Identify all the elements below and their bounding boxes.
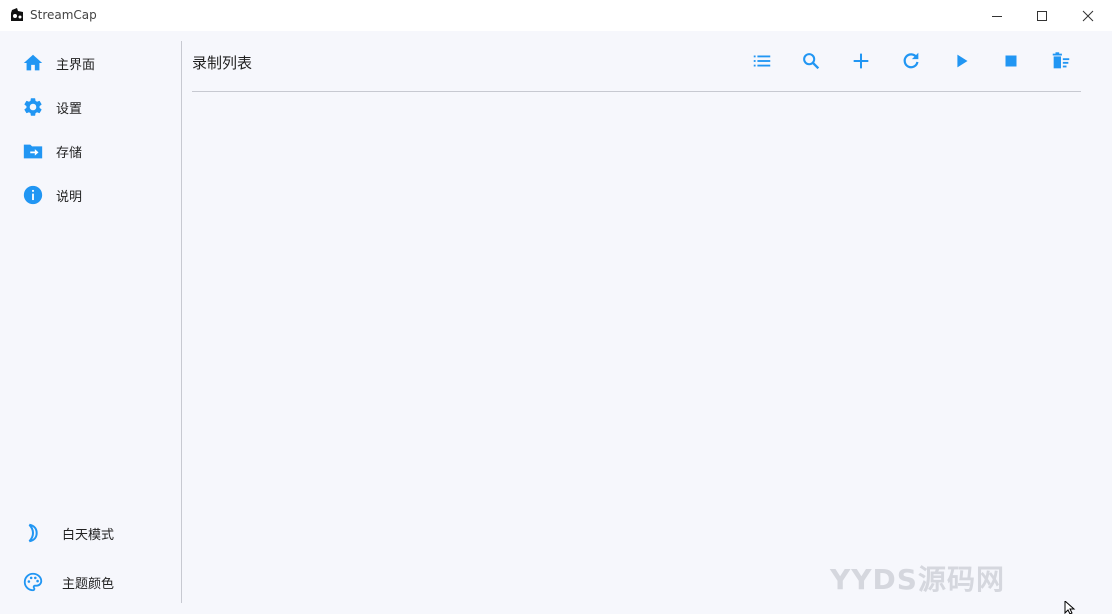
- folder-arrow-icon: [23, 144, 43, 159]
- sidebar-item-home[interactable]: 主界面: [0, 43, 181, 83]
- list-view-button[interactable]: [749, 49, 775, 73]
- close-button[interactable]: [1065, 0, 1111, 31]
- theme-color-button[interactable]: 主题颜色: [0, 564, 181, 600]
- add-icon: [853, 53, 869, 69]
- moon-icon: [28, 523, 38, 543]
- info-icon: [23, 185, 43, 205]
- day-mode-label: 白天模式: [62, 528, 115, 543]
- sidebar-divider: [181, 41, 182, 603]
- sidebar-item-label: 说明: [56, 190, 83, 205]
- maximize-button[interactable]: [1019, 0, 1065, 31]
- sidebar: 主界面 设置 存储 说明 白天模式 主题颜色: [0, 31, 181, 614]
- maximize-icon: [1037, 10, 1047, 21]
- play-icon: [957, 54, 968, 68]
- gear-icon: [24, 98, 42, 116]
- search-button[interactable]: [798, 49, 824, 73]
- app-logo-icon: [11, 8, 23, 21]
- stop-all-button[interactable]: [998, 49, 1024, 73]
- home-icon: [23, 54, 43, 71]
- sidebar-item-settings[interactable]: 设置: [0, 87, 181, 127]
- minimize-icon: [992, 15, 1002, 17]
- delete-all-button[interactable]: [1048, 49, 1074, 73]
- window-title: StreamCap: [30, 8, 97, 22]
- add-button[interactable]: [848, 49, 874, 73]
- refresh-icon: [903, 52, 919, 69]
- day-mode-toggle[interactable]: 白天模式: [0, 515, 181, 551]
- sidebar-item-about[interactable]: 说明: [0, 175, 181, 215]
- sidebar-item-label: 存储: [56, 146, 83, 161]
- minimize-button[interactable]: [974, 0, 1020, 31]
- palette-icon: [23, 572, 43, 592]
- refresh-button[interactable]: [898, 49, 924, 73]
- sidebar-item-label: 设置: [56, 102, 83, 117]
- search-icon: [803, 53, 820, 70]
- mouse-cursor-icon: [1064, 601, 1076, 614]
- header-divider: [192, 91, 1081, 92]
- delete-sweep-icon: [1052, 52, 1070, 69]
- list-icon: [753, 55, 771, 67]
- page-title: 录制列表: [192, 54, 253, 72]
- watermark-text: YYDS源码网: [830, 563, 1005, 596]
- theme-color-label: 主题颜色: [62, 577, 115, 592]
- sidebar-item-label: 主界面: [56, 58, 96, 73]
- start-all-button[interactable]: [949, 49, 975, 73]
- stop-icon: [1005, 55, 1017, 67]
- sidebar-item-storage[interactable]: 存储: [0, 131, 181, 171]
- close-icon: [1082, 10, 1094, 21]
- title-bar: StreamCap: [0, 0, 1112, 31]
